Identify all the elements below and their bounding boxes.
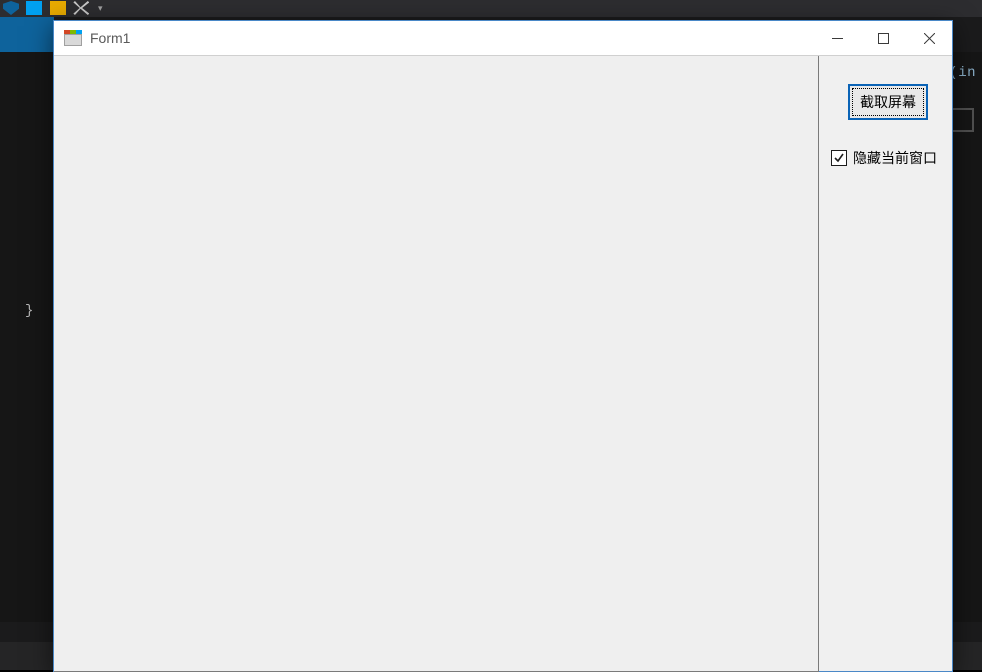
form1-window: Form1 截取屏幕 隐藏当前窗口 <box>53 20 953 672</box>
minimize-button[interactable] <box>814 21 860 55</box>
hide-window-checkbox[interactable]: 隐藏当前窗口 <box>831 148 937 168</box>
minimize-icon <box>832 33 843 44</box>
windows-icon[interactable] <box>26 1 42 15</box>
capture-screen-button[interactable]: 截取屏幕 <box>848 84 928 120</box>
close-button[interactable] <box>906 21 952 55</box>
hide-window-label: 隐藏当前窗口 <box>853 148 937 168</box>
window-title: Form1 <box>90 30 814 46</box>
picture-box <box>54 56 819 672</box>
code-brace: } <box>25 303 33 319</box>
folder-icon[interactable] <box>50 1 66 15</box>
close-icon <box>924 33 935 44</box>
ide-active-tab[interactable] <box>0 17 54 52</box>
maximize-button[interactable] <box>860 21 906 55</box>
titlebar[interactable]: Form1 <box>54 21 952 56</box>
scissors-icon[interactable] <box>73 1 89 15</box>
shield-icon[interactable] <box>3 1 19 15</box>
ide-toolbar: ▾ <box>0 0 982 17</box>
form-client-area: 截取屏幕 隐藏当前窗口 <box>54 56 952 671</box>
winforms-app-icon <box>64 30 82 46</box>
toolbar-dropdown-icon[interactable]: ▾ <box>97 1 104 15</box>
maximize-icon <box>878 33 889 44</box>
controls-panel: 截取屏幕 隐藏当前窗口 <box>818 56 952 671</box>
checkbox-icon <box>831 150 847 166</box>
